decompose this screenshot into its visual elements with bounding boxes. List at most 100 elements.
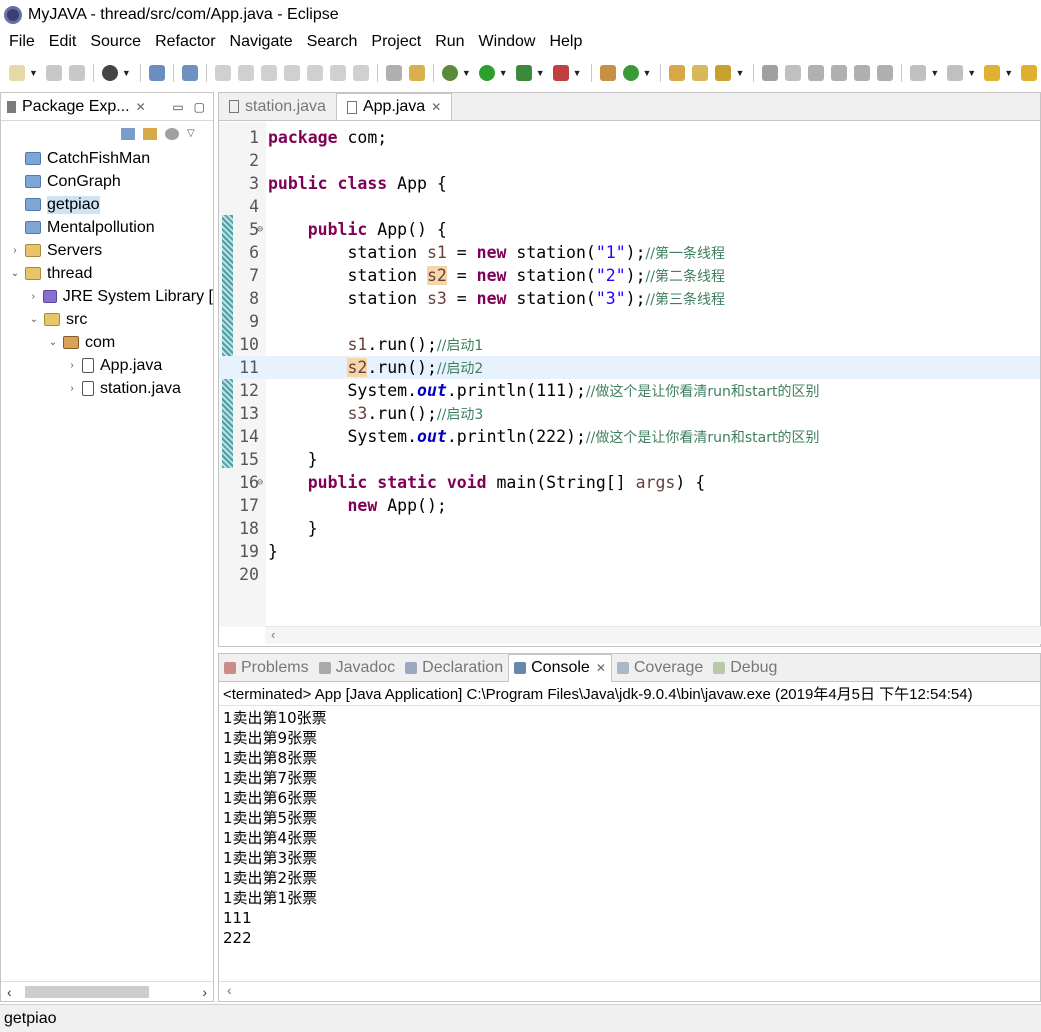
search-icon[interactable]	[715, 65, 732, 81]
menu-window[interactable]: Window	[472, 33, 543, 51]
code-area[interactable]: 1 package com; 2 3 public class App {4 5 ⊖ pub…	[219, 122, 1040, 627]
tree-item[interactable]: CatchFishMan	[1, 147, 213, 170]
toggle-mark-icon[interactable]	[808, 65, 825, 81]
chevron-down-icon[interactable]: ▼	[643, 68, 652, 78]
tree-item[interactable]: › JRE System Library [	[1, 285, 213, 308]
chevron-down-icon[interactable]: ▼	[930, 68, 939, 78]
chevron-down-icon[interactable]: ▼	[735, 68, 744, 78]
tab-declaration[interactable]: Declaration	[400, 654, 508, 682]
format-icon[interactable]	[385, 65, 402, 81]
chevron-down-icon[interactable]: ▼	[499, 68, 508, 78]
forward-icon[interactable]	[1021, 65, 1038, 81]
menu-run[interactable]: Run	[428, 33, 471, 51]
whitespace-icon[interactable]	[877, 65, 894, 81]
open-resource-icon[interactable]	[692, 65, 709, 81]
suspend-icon[interactable]	[237, 65, 254, 81]
expand-arrow-icon[interactable]: ⌄	[47, 337, 59, 348]
skip-breakpoints-icon[interactable]	[181, 65, 198, 81]
menu-search[interactable]: Search	[300, 33, 365, 51]
scroll-left-icon[interactable]: ‹	[271, 627, 275, 642]
profile-icon[interactable]	[101, 65, 118, 81]
menu-refactor[interactable]: Refactor	[148, 33, 222, 51]
maximize-icon[interactable]: ▢	[194, 100, 205, 114]
scroll-right-icon[interactable]: ›	[202, 984, 207, 1000]
editor-tab[interactable]: station.java	[219, 93, 336, 120]
tab-problems[interactable]: Problems	[219, 654, 314, 682]
tree-item[interactable]: ⌄ thread	[1, 262, 213, 285]
close-icon[interactable]: ✕	[431, 100, 441, 114]
chevron-down-icon[interactable]: ▼	[462, 68, 471, 78]
block-select-icon[interactable]	[854, 65, 871, 81]
tree-item[interactable]: getpiao	[1, 193, 213, 216]
collapse-all-icon[interactable]	[121, 128, 135, 140]
scroll-left-icon[interactable]: ‹	[7, 984, 12, 1000]
editor-horizontal-scrollbar[interactable]: ‹	[265, 626, 1041, 644]
step-into-icon[interactable]	[306, 65, 323, 81]
tab-coverage[interactable]: Coverage	[612, 654, 708, 682]
tab-debug[interactable]: Debug	[708, 654, 782, 682]
close-icon[interactable]: ✕	[596, 661, 606, 675]
word-wrap-icon[interactable]	[831, 65, 848, 81]
next-annotation-icon[interactable]	[910, 65, 927, 81]
open-type-icon[interactable]	[669, 65, 686, 81]
chevron-down-icon[interactable]: ▼	[29, 68, 38, 78]
tree-item[interactable]: ConGraph	[1, 170, 213, 193]
expand-arrow-icon[interactable]: ›	[66, 383, 78, 394]
tree-item[interactable]: › App.java	[1, 354, 213, 377]
step-return-icon[interactable]	[352, 65, 369, 81]
new-class-icon[interactable]	[622, 65, 639, 81]
expand-arrow-icon[interactable]: ›	[9, 245, 21, 256]
tab-javadoc[interactable]: Javadoc	[314, 654, 401, 682]
menu-source[interactable]: Source	[83, 33, 148, 51]
back-icon[interactable]	[984, 65, 1001, 81]
terminal-icon[interactable]	[148, 65, 165, 81]
editor-tab[interactable]: App.java ✕	[335, 93, 453, 120]
fold-icon[interactable]: ⊖	[257, 218, 263, 241]
debug-icon[interactable]	[441, 65, 458, 81]
view-menu-icon[interactable]: ▽	[187, 128, 201, 140]
fold-icon[interactable]: ⊖	[257, 471, 263, 494]
focus-icon[interactable]	[165, 128, 179, 140]
close-icon[interactable]: ✕	[136, 100, 146, 114]
run-icon[interactable]	[478, 65, 495, 81]
minimize-icon[interactable]: ▭	[172, 100, 183, 114]
chevron-down-icon[interactable]: ▼	[536, 68, 545, 78]
external-tools-icon[interactable]	[552, 65, 569, 81]
menu-navigate[interactable]: Navigate	[223, 33, 300, 51]
tree-item[interactable]: ⌄ com	[1, 331, 213, 354]
expand-arrow-icon[interactable]: ⌄	[28, 314, 40, 325]
horizontal-scrollbar[interactable]: ‹ ›	[1, 981, 213, 1001]
menu-edit[interactable]: Edit	[42, 33, 84, 51]
tree-item[interactable]: › Servers	[1, 239, 213, 262]
scroll-left-icon[interactable]: ‹	[227, 982, 232, 998]
menu-file[interactable]: File	[2, 33, 42, 51]
expand-arrow-icon[interactable]: ›	[28, 291, 39, 302]
save-all-icon[interactable]	[68, 65, 85, 81]
tab-console[interactable]: Console ✕	[508, 653, 612, 682]
tree-item[interactable]: ⌄ src	[1, 308, 213, 331]
expand-arrow-icon[interactable]: ⌄	[9, 268, 21, 279]
coverage-icon[interactable]	[515, 65, 532, 81]
console-horizontal-scrollbar[interactable]: ‹	[219, 981, 1040, 1001]
expand-arrow-icon[interactable]: ›	[66, 360, 78, 371]
chevron-down-icon[interactable]: ▼	[1004, 68, 1013, 78]
chevron-down-icon[interactable]: ▼	[122, 68, 131, 78]
disconnect-icon[interactable]	[283, 65, 300, 81]
save-icon[interactable]	[45, 65, 62, 81]
new-java-project-icon[interactable]	[599, 65, 616, 81]
prev-annotation-icon[interactable]	[947, 65, 964, 81]
pin-icon[interactable]	[785, 65, 802, 81]
tree-item[interactable]: Mentalpollution	[1, 216, 213, 239]
new-icon[interactable]	[9, 65, 25, 81]
chevron-down-icon[interactable]: ▼	[573, 68, 582, 78]
annotation-icon[interactable]	[762, 65, 779, 81]
scroll-thumb[interactable]	[25, 986, 149, 998]
menu-help[interactable]: Help	[542, 33, 589, 51]
tree-item[interactable]: › station.java	[1, 377, 213, 400]
resume-icon[interactable]	[214, 65, 231, 81]
chevron-down-icon[interactable]: ▼	[967, 68, 976, 78]
step-over-icon[interactable]	[329, 65, 346, 81]
open-task-icon[interactable]	[408, 65, 425, 81]
menu-project[interactable]: Project	[364, 33, 428, 51]
link-with-editor-icon[interactable]	[143, 128, 157, 140]
